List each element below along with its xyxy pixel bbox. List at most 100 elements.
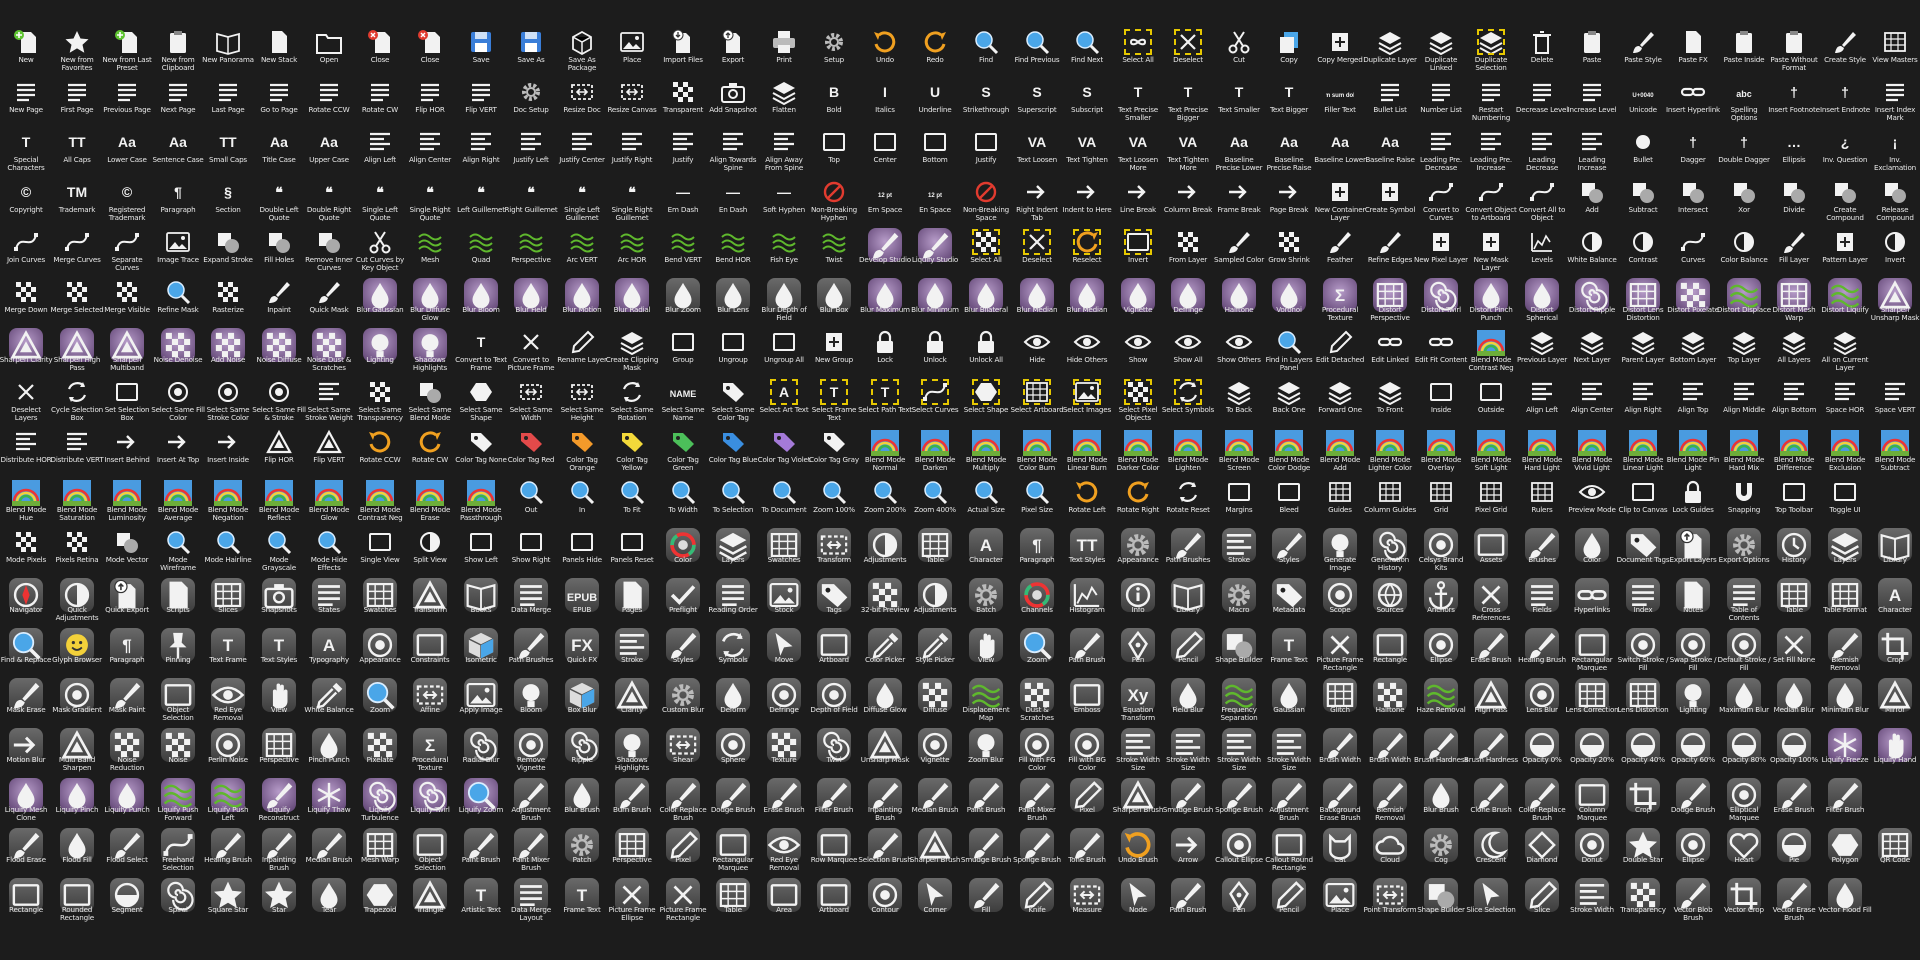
tool-button[interactable]: T Text Frame <box>204 626 252 674</box>
tool-button[interactable]: 12 pt Em Space <box>861 176 909 224</box>
tool-button[interactable]: Blend Mode Linear Burn <box>1063 426 1111 474</box>
tool-button[interactable]: T Frame Text <box>1265 626 1313 674</box>
tool-button[interactable]: Vector Crop <box>1720 876 1768 924</box>
tool-button[interactable]: Shape Builder <box>1417 876 1465 924</box>
tool-button[interactable]: New from Last Preset <box>102 26 152 74</box>
tool-button[interactable]: Σ Procedural Texture <box>406 726 454 774</box>
tool-button[interactable]: New Mask Layer <box>1467 226 1515 274</box>
tool-button[interactable]: Crop <box>1871 626 1919 674</box>
tool-button[interactable]: Healing Brush <box>1518 626 1566 674</box>
tool-button[interactable]: Quick Mask <box>305 276 353 324</box>
tool-button[interactable]: Merge Selected <box>50 276 104 324</box>
tool-button[interactable]: Select Same Fill & Stroke <box>252 376 306 424</box>
tool-button[interactable]: Liquify Thaw <box>305 776 353 824</box>
tool-button[interactable]: Color Picker <box>861 626 909 674</box>
tool-button[interactable]: Delete <box>1518 26 1566 74</box>
tool-button[interactable]: Levels <box>1518 226 1566 274</box>
tool-button[interactable]: Color Tag Blue <box>709 426 757 474</box>
tool-button[interactable]: Channels <box>1013 576 1061 624</box>
tool-button[interactable]: Duplicate Layer <box>1363 26 1417 74</box>
tool-button[interactable]: Median Brush <box>305 826 353 874</box>
tool-button[interactable]: Rename Layer <box>557 326 607 374</box>
tool-button[interactable]: Select Same Stroke Color <box>204 376 252 424</box>
tool-button[interactable]: Mesh Warp <box>356 826 404 874</box>
tool-button[interactable]: S Subscript <box>1063 76 1111 124</box>
tool-button[interactable]: Distort Displace <box>1717 276 1771 324</box>
tool-button[interactable]: Zoom <box>356 676 404 724</box>
tool-button[interactable]: Data Merge Layout <box>507 876 555 924</box>
tool-button[interactable]: Flip VERT <box>305 426 353 474</box>
tool-button[interactable]: Preview Mode <box>1568 476 1616 524</box>
tool-button[interactable]: Sphere <box>709 726 757 774</box>
tool-button[interactable]: Blur Brush <box>1417 776 1465 824</box>
tool-button[interactable]: Expand Stroke <box>203 226 253 274</box>
tool-button[interactable]: Align Middle <box>1720 376 1768 424</box>
tool-button[interactable]: Page Break <box>1265 176 1313 224</box>
tool-button[interactable]: Blend Mode Lighten <box>1164 426 1212 474</box>
tool-button[interactable]: Last Page <box>204 76 252 124</box>
tool-button[interactable]: Rotate CCW <box>305 76 353 124</box>
tool-button[interactable]: Distort Twirl <box>1417 276 1465 324</box>
tool-button[interactable]: Ripple <box>558 726 606 774</box>
tool-button[interactable]: Segment <box>103 876 151 924</box>
tool-button[interactable]: Doc Setup <box>507 76 555 124</box>
tool-button[interactable]: Layers <box>709 526 757 574</box>
tool-button[interactable]: Redo <box>911 26 959 74</box>
tool-button[interactable]: Stroke Width Size <box>1114 726 1162 774</box>
tool-button[interactable]: Cycle Selection Box <box>51 376 103 424</box>
tool-button[interactable]: Distort Lens Distortion <box>1619 276 1667 324</box>
tool-button[interactable]: Picture Frame Rectangle <box>659 876 707 924</box>
tool-button[interactable]: Pencil <box>1265 876 1313 924</box>
tool-button[interactable]: Lighting <box>356 326 404 374</box>
tool-button[interactable]: Blend Mode Multiply <box>962 426 1010 474</box>
tool-button[interactable]: Remove Inner Curves <box>305 226 353 274</box>
tool-button[interactable]: Smudge Brush <box>1163 776 1213 824</box>
tool-button[interactable]: Resize Doc <box>558 76 606 124</box>
tool-button[interactable]: Distort Ripple <box>1568 276 1616 324</box>
tool-button[interactable]: FX Quick FX <box>558 626 606 674</box>
tool-button[interactable]: Blend Mode Add <box>1316 426 1364 474</box>
tool-button[interactable]: Liquify Mesh Clone <box>2 776 50 824</box>
tool-button[interactable]: Dust & Scratches <box>1013 676 1061 724</box>
tool-button[interactable]: Top <box>810 126 858 174</box>
tool-button[interactable]: Pixel <box>1063 776 1111 824</box>
tool-button[interactable]: Pen <box>1114 626 1162 674</box>
tool-button[interactable]: Rectangle <box>2 876 50 924</box>
tool-button[interactable]: Deselect Layers <box>2 376 50 424</box>
tool-button[interactable]: Slice <box>1518 876 1566 924</box>
tool-button[interactable]: Distort Mesh Warp <box>1770 276 1818 324</box>
tool-button[interactable]: T Text Styles <box>255 626 303 674</box>
tool-button[interactable]: Switch Stroke / Fill <box>1618 626 1669 674</box>
tool-button[interactable]: Setup <box>810 26 858 74</box>
tool-button[interactable]: Close <box>356 26 404 74</box>
tool-button[interactable]: Xy Equation Transform <box>1114 676 1162 724</box>
tool-button[interactable]: Actual Size <box>962 476 1010 524</box>
tool-button[interactable]: Heart <box>1720 826 1768 874</box>
tool-button[interactable]: Merge Down <box>2 276 50 324</box>
tool-button[interactable]: Blur Zoom <box>659 276 707 324</box>
tool-button[interactable]: Aa Baseline Lower <box>1314 126 1366 174</box>
tool-button[interactable]: Affine <box>406 676 454 724</box>
tool-button[interactable]: Vector Erase Brush <box>1770 876 1818 924</box>
tool-button[interactable]: Lens Blur <box>1518 676 1566 724</box>
tool-button[interactable]: Import Files <box>659 26 707 74</box>
tool-button[interactable]: Insert Index Mark <box>1871 76 1919 124</box>
tool-button[interactable]: Add <box>1568 176 1616 224</box>
tool-button[interactable]: Snapping <box>1720 476 1768 524</box>
tool-button[interactable]: Stock <box>760 576 808 624</box>
tool-button[interactable]: Select Pixel Objects <box>1114 376 1162 424</box>
tool-button[interactable]: Adjustments <box>861 526 909 574</box>
tool-button[interactable]: Liquify Punch <box>103 776 151 824</box>
tool-button[interactable]: S Superscript <box>1013 76 1061 124</box>
tool-button[interactable]: Pixel Size <box>1013 476 1061 524</box>
tool-button[interactable]: Convert to Curves <box>1417 176 1465 224</box>
tool-button[interactable]: Blur Diffuse Glow <box>406 276 454 324</box>
tool-button[interactable]: VA Text Tighten <box>1063 126 1111 174</box>
tool-button[interactable]: Blend Mode Normal <box>861 426 909 474</box>
tool-button[interactable]: Next Page <box>154 76 202 124</box>
tool-button[interactable]: Unsharp Mask <box>861 726 909 774</box>
tool-button[interactable]: Inpainting Brush <box>861 776 909 824</box>
tool-button[interactable]: Blend Mode Lighter Color <box>1366 426 1414 474</box>
tool-button[interactable]: Path Brushes <box>1164 526 1212 574</box>
tool-button[interactable]: Xor <box>1720 176 1768 224</box>
